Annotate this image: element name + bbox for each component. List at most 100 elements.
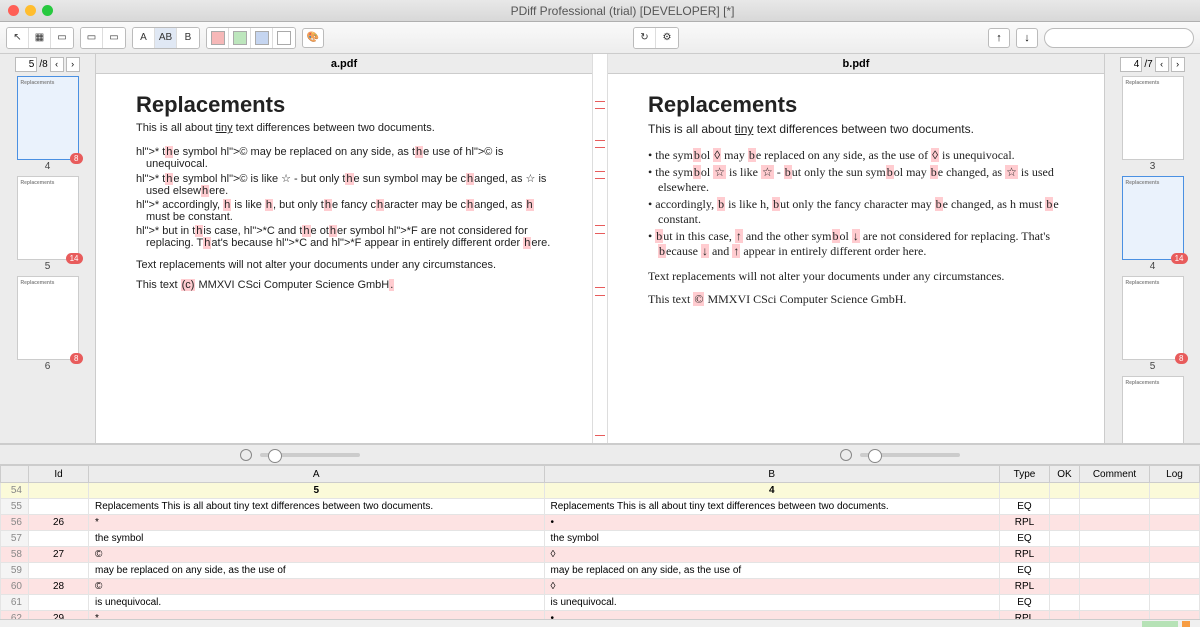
thumb-badge: 8 <box>70 153 82 164</box>
search-input[interactable] <box>1044 28 1194 48</box>
col-a[interactable]: A <box>89 466 545 483</box>
rect-tool[interactable]: ▭ <box>51 28 73 48</box>
doc-line: hl">* the symbol hl">© may be replaced o… <box>136 146 552 170</box>
table-row[interactable]: 57the symbolthe symbolEQ <box>1 531 1200 547</box>
prev-rect-tool[interactable]: ▭ <box>81 28 103 48</box>
thumb-badge: 8 <box>1175 353 1187 364</box>
right-pager: /7 ‹ › <box>1105 54 1200 74</box>
right-thumb-list: Replacements3Replacements144Replacements… <box>1105 74 1200 443</box>
zoom-bar <box>0 444 1200 464</box>
palette-tool[interactable]: 🎨 <box>302 28 324 48</box>
col-ok[interactable]: OK <box>1050 466 1080 483</box>
mode-ab-button[interactable]: AB <box>155 28 177 48</box>
thumbnail[interactable]: Replacements <box>1122 76 1184 160</box>
grid-tool[interactable]: ▦ <box>29 28 51 48</box>
color-none[interactable] <box>273 28 295 48</box>
thumbnail[interactable]: Replacements8 <box>17 76 79 160</box>
table-row[interactable]: 5454 <box>1 483 1200 499</box>
doc-b-pane: b.pdf Replacements This is all about tin… <box>608 54 1104 443</box>
zoom-a-slider[interactable] <box>260 453 360 457</box>
thumb-label: 5 <box>1122 361 1184 372</box>
left-thumbnail-panel: /8 ‹ › Replacements84Replacements145Repl… <box>0 54 96 443</box>
left-pager: /8 ‹ › <box>0 54 95 74</box>
doc-line: • accordingly, b is like h, but only the… <box>648 197 1064 227</box>
doc-b-title: Replacements <box>648 92 1064 118</box>
right-page-input[interactable] <box>1120 57 1142 72</box>
left-next[interactable]: › <box>66 57 80 72</box>
mode-b-button[interactable]: B <box>177 28 199 48</box>
thumbnail[interactable]: Replacements8 <box>17 276 79 360</box>
doc-line: • the symbol ◊ may be replaced on any si… <box>648 148 1064 163</box>
left-page-input[interactable] <box>15 57 37 72</box>
nav-up[interactable]: ↑ <box>988 28 1010 48</box>
left-prev[interactable]: ‹ <box>50 57 64 72</box>
table-row[interactable]: 6028©◊RPL <box>1 579 1200 595</box>
doc-a-header: a.pdf <box>96 54 592 74</box>
thumb-badge: 8 <box>70 353 82 364</box>
doc-line: • but in this case, ↑ and the other symb… <box>648 229 1064 259</box>
minimize-icon[interactable] <box>25 5 36 16</box>
right-prev[interactable]: ‹ <box>1155 57 1169 72</box>
doc-b-header: b.pdf <box>608 54 1104 74</box>
nav-down[interactable]: ↓ <box>1016 28 1038 48</box>
doc-line: hl">* accordingly, h is like h, but only… <box>136 199 552 223</box>
cursor-tool[interactable]: ↖ <box>7 28 29 48</box>
doc-a-title: Replacements <box>136 92 552 118</box>
col-type[interactable]: Type <box>1000 466 1050 483</box>
col-comment[interactable]: Comment <box>1080 466 1150 483</box>
thumb-label: 3 <box>1122 161 1184 172</box>
color-green[interactable] <box>229 28 251 48</box>
thumbnail[interactable]: Replacements14 <box>17 176 79 260</box>
toolbar: ↖ ▦ ▭ ▭ ▭ A AB B 🎨 ↻ ⚙ ↑ ↓ <box>0 22 1200 54</box>
col-b[interactable]: B <box>544 466 1000 483</box>
doc-b-body[interactable]: Replacements This is all about tiny text… <box>608 74 1104 443</box>
zoom-b-icon[interactable] <box>840 449 852 461</box>
color-blue[interactable] <box>251 28 273 48</box>
color-red[interactable] <box>207 28 229 48</box>
compare-area: /8 ‹ › Replacements84Replacements145Repl… <box>0 54 1200 444</box>
thumb-label: 6 <box>17 361 79 372</box>
window-controls <box>8 5 53 16</box>
doc-a-body[interactable]: Replacements This is all about tiny text… <box>96 74 592 443</box>
gear-icon[interactable]: ⚙ <box>656 28 678 48</box>
right-next[interactable]: › <box>1171 57 1185 72</box>
thumbnail[interactable]: Replacements14 <box>1122 176 1184 260</box>
table-row[interactable]: 5827©◊RPL <box>1 547 1200 563</box>
table-row[interactable]: 5626*•RPL <box>1 515 1200 531</box>
diff-ruler[interactable] <box>592 54 608 443</box>
zoom-b-slider[interactable] <box>860 453 960 457</box>
table-row[interactable]: 55Replacements This is all about tiny te… <box>1 499 1200 515</box>
status-orange <box>1182 621 1190 627</box>
status-green <box>1142 621 1178 627</box>
doc-b-foot: This text © MMXVI CSci Computer Science … <box>648 292 1064 307</box>
table-row[interactable]: 59may be replaced on any side, as the us… <box>1 563 1200 579</box>
doc-line: hl">* but in this case, hl">*C and the o… <box>136 225 552 249</box>
zoom-a-icon[interactable] <box>240 449 252 461</box>
status-bar <box>0 619 1200 627</box>
thumb-badge: 14 <box>66 253 83 264</box>
next-rect-tool[interactable]: ▭ <box>103 28 125 48</box>
col-log[interactable]: Log <box>1150 466 1200 483</box>
doc-b-note: Text replacements will not alter your do… <box>648 269 1064 284</box>
right-thumbnail-panel: /7 ‹ › Replacements3Replacements144Repla… <box>1104 54 1200 443</box>
table-row[interactable]: 61is unequivocal.is unequivocal.EQ <box>1 595 1200 611</box>
close-icon[interactable] <box>8 5 19 16</box>
doc-a-intro: This is all about tiny text differences … <box>136 122 552 134</box>
col-id[interactable]: Id <box>29 466 89 483</box>
table-row[interactable]: 6229*•RPL <box>1 611 1200 620</box>
doc-b-intro: This is all about tiny text differences … <box>648 122 1064 136</box>
col-rownum <box>1 466 29 483</box>
doc-a-pane: a.pdf Replacements This is all about tin… <box>96 54 592 443</box>
doc-a-note: Text replacements will not alter your do… <box>136 259 552 271</box>
doc-a-foot: This text (c) MMXVI CSci Computer Scienc… <box>136 279 552 291</box>
left-thumb-list: Replacements84Replacements145Replacement… <box>0 74 95 443</box>
thumb-label: 4 <box>17 161 79 172</box>
diff-table: Id A B Type OK Comment Log 545455Replace… <box>0 464 1200 619</box>
thumbnail[interactable]: Replacements8 <box>1122 276 1184 360</box>
refresh-button[interactable]: ↻ <box>634 28 656 48</box>
right-page-total: /7 <box>1144 59 1152 70</box>
zoom-icon[interactable] <box>42 5 53 16</box>
doc-line: • the symbol ☆ is like ☆ - but only the … <box>648 165 1064 195</box>
thumbnail[interactable]: Replacements <box>1122 376 1184 443</box>
mode-a-button[interactable]: A <box>133 28 155 48</box>
